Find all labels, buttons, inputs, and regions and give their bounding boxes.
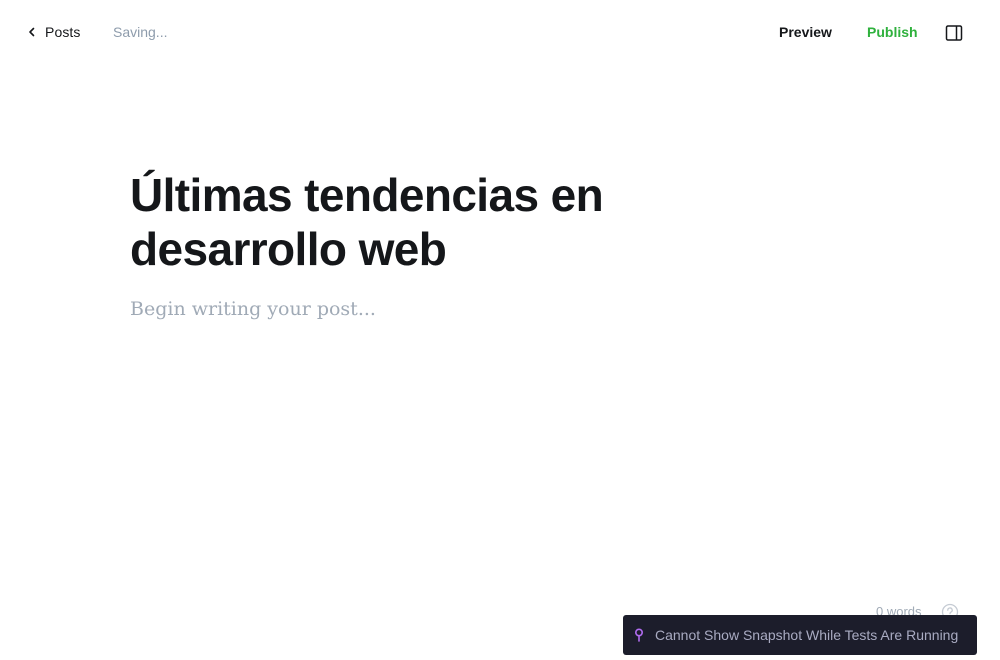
post-title-input[interactable]: Últimas tendencias en desarrollo web <box>130 168 690 276</box>
editor-page: Posts Saving... Preview Publish Últimas … <box>0 0 1000 660</box>
toast-message: Cannot Show Snapshot While Tests Are Run… <box>655 627 959 643</box>
preview-button[interactable]: Preview <box>779 24 832 40</box>
chevron-left-icon <box>26 26 38 38</box>
save-status: Saving... <box>113 24 168 40</box>
pin-icon <box>633 628 645 642</box>
sidebar-panel-icon[interactable] <box>945 24 963 42</box>
post-editor: Últimas tendencias en desarrollo web Beg… <box>130 168 690 322</box>
editor-topbar: Posts Saving... Preview Publish <box>0 0 1000 64</box>
post-body-input[interactable]: Begin writing your post... <box>130 296 690 322</box>
back-link-label: Posts <box>45 24 81 40</box>
snapshot-toast: Cannot Show Snapshot While Tests Are Run… <box>623 615 977 655</box>
back-to-posts-link[interactable]: Posts <box>26 22 81 42</box>
publish-button[interactable]: Publish <box>867 24 918 40</box>
